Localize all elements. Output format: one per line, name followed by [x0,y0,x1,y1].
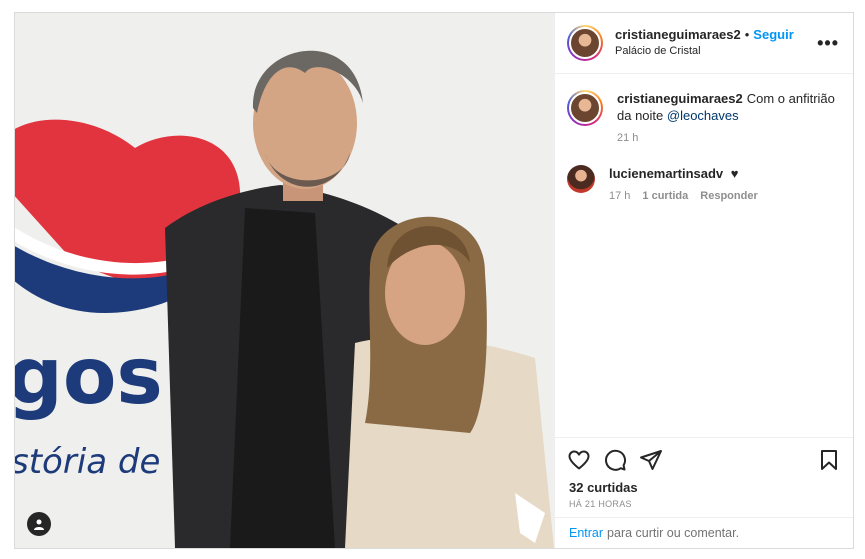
share-icon[interactable] [639,448,663,472]
comment-likes[interactable]: 1 curtida [642,188,688,205]
photo-scene: gos stória de [15,13,554,548]
caption-mention[interactable]: @leochaves [667,108,739,123]
post-sidebar: cristianeguimaraes2 • Seguir Palácio de Cr… [554,13,853,548]
reply-button[interactable]: Responder [700,188,757,205]
comments-list: cristianeguimaraes2 Com o anfitrião da no… [555,74,853,437]
post-header: cristianeguimaraes2 • Seguir Palácio de Cr… [555,13,853,74]
bookmark-icon[interactable] [817,448,841,472]
separator-dot: • [744,27,750,42]
heart-icon[interactable] [567,448,591,472]
banner-text-1: gos [15,332,163,422]
more-options-button[interactable]: ••• [815,33,841,54]
user-tag-button[interactable] [27,512,51,536]
post-timestamp[interactable]: HÁ 21 HORAS [555,495,853,517]
user-tag-icon [34,519,44,530]
caption-avatar[interactable] [567,90,603,126]
commenter-avatar[interactable] [567,165,595,193]
author-avatar[interactable] [567,25,603,61]
caption-username[interactable]: cristianeguimaraes2 [617,91,743,106]
likes-count[interactable]: 32 curtidas [555,476,853,495]
author-username[interactable]: cristianeguimaraes2 [615,27,741,42]
action-bar [555,437,853,476]
caption-row: cristianeguimaraes2 Com o anfitrião da no… [567,90,841,147]
post-location[interactable]: Palácio de Cristal [615,43,815,59]
comment-row: lucienemartinsadv ♥ 17 h 1 curtida Respo… [567,165,841,205]
login-link[interactable]: Entrar [569,526,603,540]
login-prompt: para curtir ou comentar. [607,526,740,540]
comment-username[interactable]: lucienemartinsadv [609,166,723,181]
follow-button[interactable]: Seguir [753,27,793,42]
comment-text: ♥ [730,166,739,181]
post-dialog: gos stória de cristianeguimaraes2 • Segu… [14,12,854,549]
add-comment-bar: Entrar para curtir ou comentar. [555,517,853,548]
comment-time[interactable]: 17 h [609,188,630,205]
caption-time[interactable]: 21 h [617,130,638,147]
post-photo[interactable]: gos stória de [15,13,554,548]
comment-icon[interactable] [603,448,627,472]
banner-text-2: stória de [15,442,160,482]
